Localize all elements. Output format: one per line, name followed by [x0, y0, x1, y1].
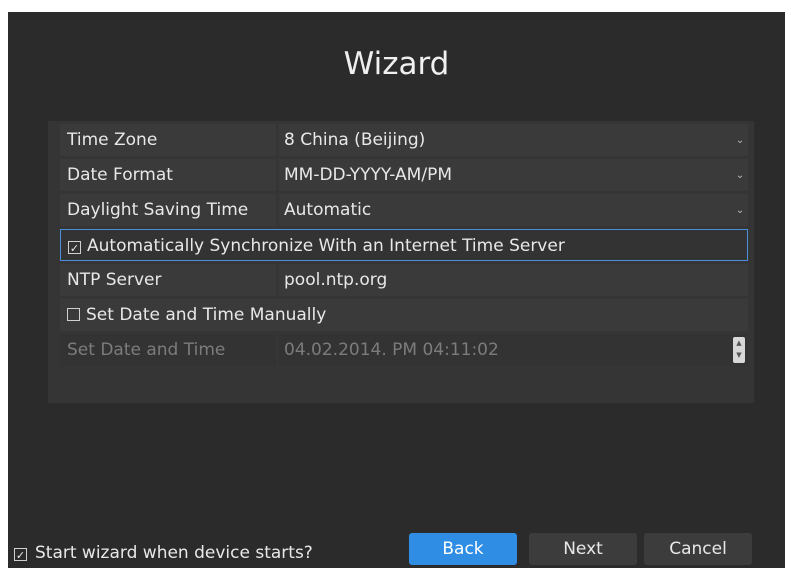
cancel-button[interactable]: Cancel: [644, 533, 752, 565]
dst-label: Daylight Saving Time: [60, 194, 276, 226]
back-button[interactable]: Back: [409, 533, 517, 565]
dst-select[interactable]: Automatic ⌄: [279, 194, 748, 226]
ntp-label: NTP Server: [60, 264, 276, 296]
manual-checkbox[interactable]: Set Date and Time Manually: [60, 299, 748, 331]
wizard-screen: Wizard Time Zone 8 China (Beijing) ⌄ Dat…: [8, 12, 785, 568]
set-datetime-row: Set Date and Time 04.02.2014. PM 04:11:0…: [60, 334, 748, 366]
start-wizard-label: Start wizard when device starts?: [35, 543, 313, 563]
checkbox-unchecked-icon[interactable]: [67, 308, 80, 321]
datetime-value: 04.02.2014. PM 04:11:02: [284, 340, 499, 360]
spin-up-icon: ▲: [736, 339, 742, 347]
date-format-label: Date Format: [60, 159, 276, 191]
datetime-input: 04.02.2014. PM 04:11:02 ▲ ▼: [279, 334, 748, 366]
dst-value: Automatic: [284, 200, 372, 220]
ntp-row: NTP Server pool.ntp.org: [60, 264, 748, 296]
set-datetime-label: Set Date and Time: [60, 334, 276, 366]
start-wizard-checkbox[interactable]: ✓ Start wizard when device starts?: [14, 542, 313, 564]
auto-sync-row: ✓ Automatically Synchronize With an Inter…: [60, 229, 748, 261]
date-format-value: MM-DD-YYYY-AM/PM: [284, 165, 452, 185]
auto-sync-checkbox[interactable]: ✓ Automatically Synchronize With an Inter…: [60, 229, 748, 261]
page-title: Wizard: [343, 46, 450, 82]
chevron-down-icon: ⌄: [735, 170, 745, 181]
date-format-row: Date Format MM-DD-YYYY-AM/PM ⌄: [60, 159, 748, 191]
time-zone-row: Time Zone 8 China (Beijing) ⌄: [60, 124, 748, 156]
manual-label: Set Date and Time Manually: [86, 305, 327, 325]
chevron-down-icon: ⌄: [735, 205, 745, 216]
date-format-select[interactable]: MM-DD-YYYY-AM/PM ⌄: [279, 159, 748, 191]
manual-row: Set Date and Time Manually: [60, 299, 748, 331]
dst-row: Daylight Saving Time Automatic ⌄: [60, 194, 748, 226]
next-button[interactable]: Next: [529, 533, 637, 565]
spin-down-icon: ▼: [736, 351, 742, 359]
auto-sync-label: Automatically Synchronize With an Intern…: [87, 236, 565, 256]
chevron-down-icon: ⌄: [735, 135, 745, 146]
settings-panel: Time Zone 8 China (Beijing) ⌄ Date Forma…: [48, 121, 754, 403]
checkbox-checked-icon[interactable]: ✓: [14, 548, 27, 562]
ntp-server-input[interactable]: pool.ntp.org: [279, 264, 748, 296]
time-zone-select[interactable]: 8 China (Beijing) ⌄: [279, 124, 748, 156]
time-zone-label: Time Zone: [60, 124, 276, 156]
checkbox-checked-icon[interactable]: ✓: [68, 241, 81, 255]
time-zone-value: 8 China (Beijing): [284, 130, 426, 150]
spinner-icon: ▲ ▼: [733, 337, 745, 363]
